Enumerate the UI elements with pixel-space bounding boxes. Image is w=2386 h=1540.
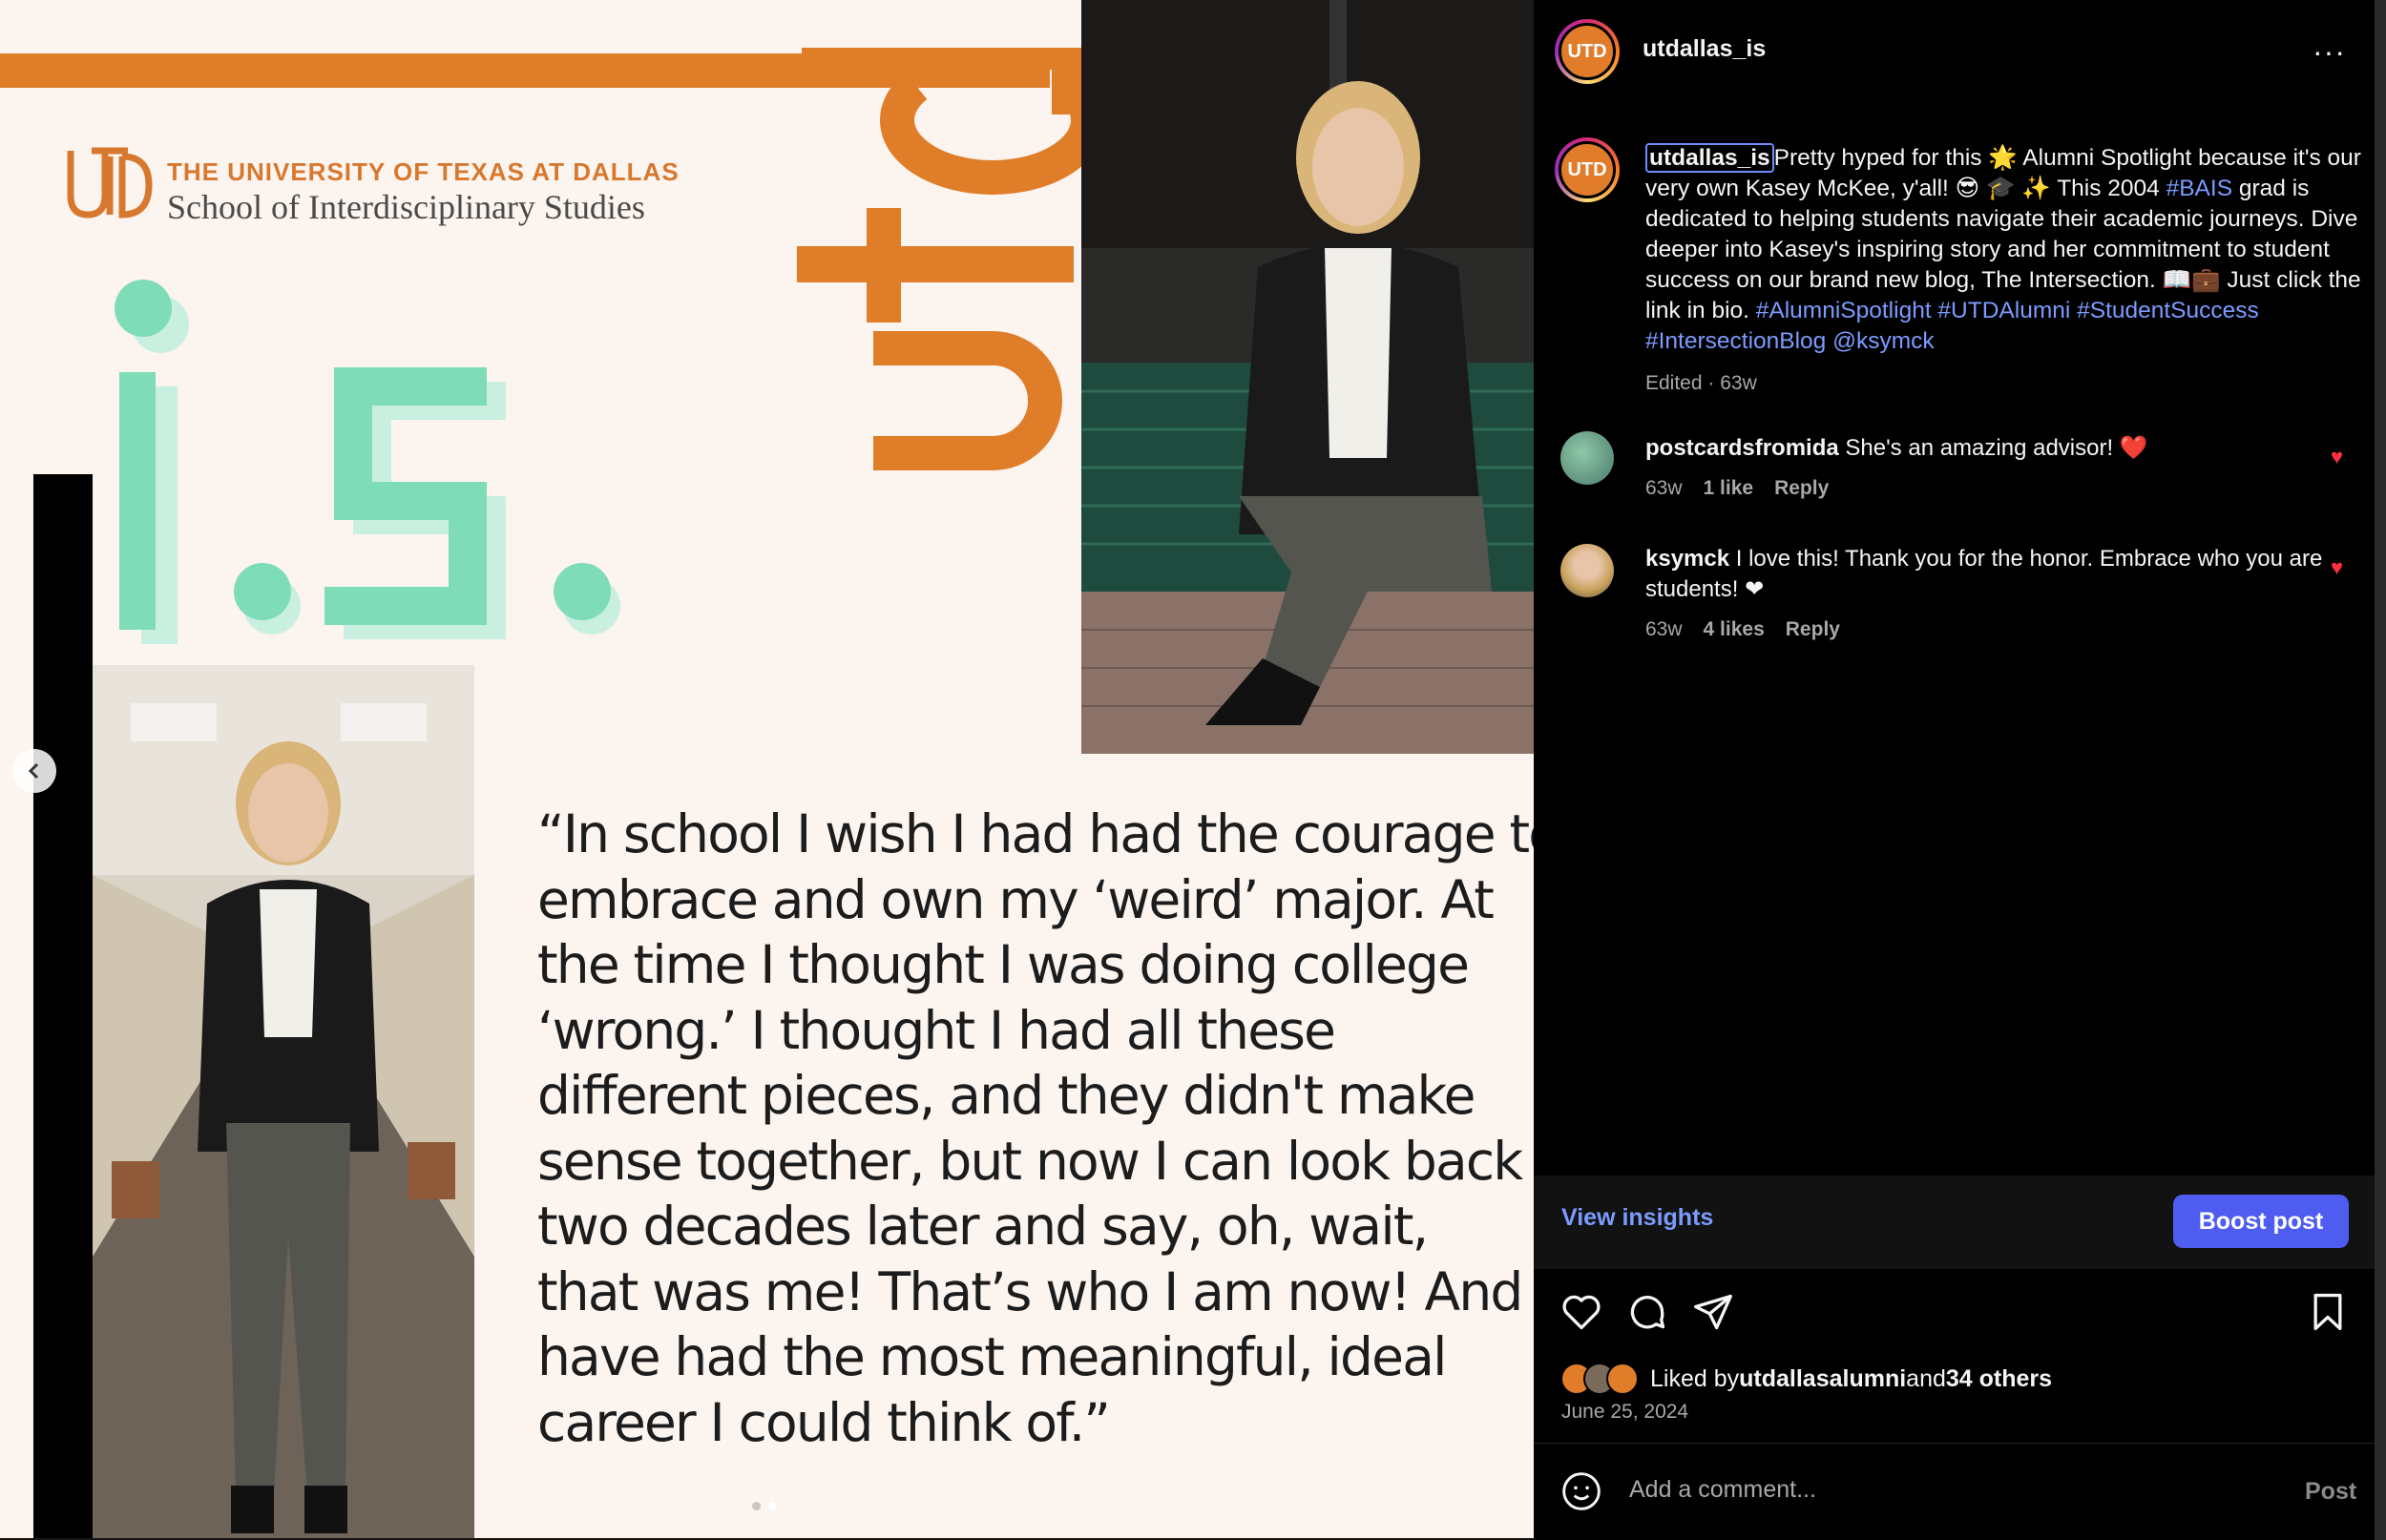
liked-by-prefix: Liked by [1650, 1364, 1740, 1392]
quote-line: career I could think of.” [537, 1391, 1111, 1453]
insights-bar: View insights Boost post [1534, 1176, 2375, 1269]
commenter-avatar[interactable] [1560, 431, 1614, 485]
more-options-icon[interactable]: ··· [2313, 34, 2346, 70]
chevron-left-icon [28, 762, 39, 780]
comment-username[interactable]: ksymck [1645, 546, 1729, 572]
divider [1534, 1443, 2375, 1444]
view-insights-link[interactable]: View insights [1561, 1204, 1713, 1232]
school-name: School of Interdisciplinary Studies [167, 188, 645, 226]
carousel-dots [752, 1502, 777, 1510]
caption-username[interactable]: utdallas_is [1645, 143, 1774, 173]
carousel-dot-active [768, 1502, 777, 1510]
liked-by-others[interactable]: 34 others [1946, 1365, 2052, 1393]
comment-likes[interactable]: 4 likes [1704, 614, 1765, 645]
comment-likes[interactable]: 1 like [1704, 473, 1754, 504]
window-edge [2375, 0, 2386, 1540]
quote-line: that was me! That’s who I am now! And I [537, 1260, 1534, 1322]
like-heart-icon[interactable] [1560, 1291, 1602, 1333]
caption-meta: Edited · 63w [1645, 372, 1757, 394]
utd-logo-icon [67, 147, 153, 219]
liked-by-user[interactable]: utdallasalumni [1739, 1365, 1906, 1393]
share-send-icon[interactable] [1692, 1291, 1734, 1333]
utd-logo-icon: UTD [1567, 40, 1607, 62]
comment-reply-button[interactable]: Reply [1774, 473, 1829, 504]
commenter-avatar[interactable] [1560, 544, 1614, 597]
comment-like-heart-icon[interactable]: ♥ [2331, 555, 2343, 580]
quote-line: two decades later and say, oh, wait, [537, 1196, 1429, 1257]
black-strip [33, 474, 93, 1538]
post-side-panel: UTD utdallas_is ··· UTD utdallas_is Prett… [1534, 0, 2375, 1540]
carousel-dot [752, 1502, 761, 1510]
emoji-icon[interactable] [1560, 1470, 1602, 1512]
bench-photo [1081, 0, 1534, 754]
liked-by-and: and [1906, 1364, 1946, 1392]
is-graphic [115, 280, 620, 644]
post-comment-button[interactable]: Post [2299, 1477, 2362, 1507]
quote-line: “In school I wish I had had the courage … [537, 803, 1534, 864]
comment-age: 63w [1645, 618, 1683, 640]
utd-vertical-letters [797, 48, 1088, 470]
quote-line: embrace and own my ‘weird’ major. At [537, 868, 1495, 930]
comment-item: ksymck I love this! Thank you for the ho… [1645, 544, 2333, 645]
comment-like-heart-icon[interactable]: ♥ [2331, 445, 2343, 469]
quote-text: “In school I wish I had had the courage … [537, 801, 1534, 1455]
post-caption: utdallas_is Pretty hyped for this 🌟 Alumn… [1645, 143, 2361, 399]
university-name: THE UNIVERSITY OF TEXAS AT DALLAS [167, 157, 680, 186]
save-bookmark-icon[interactable] [2307, 1291, 2349, 1333]
post-image: THE UNIVERSITY OF TEXAS AT DALLAS School… [0, 0, 1534, 1538]
carousel-prev-button[interactable] [12, 749, 56, 793]
caption-avatar[interactable]: UTD [1555, 137, 1620, 202]
header-username[interactable]: utdallas_is [1643, 35, 1766, 63]
boost-post-button[interactable]: Boost post [2173, 1195, 2349, 1248]
utd-logo-icon: UTD [1567, 158, 1607, 180]
comment-reply-button[interactable]: Reply [1786, 614, 1840, 645]
quote-line: have had the most meaningful, ideal [537, 1326, 1447, 1387]
add-comment-input[interactable] [1627, 1475, 2162, 1505]
quote-line: different pieces, and they didn't make [537, 1065, 1476, 1126]
comment-username[interactable]: postcardsfromida [1645, 435, 1839, 461]
liker-avatar [1606, 1363, 1639, 1395]
post-date: June 25, 2024 [1561, 1401, 1689, 1423]
quote-line: the time I thought I was doing college [537, 934, 1470, 995]
comment-bubble-icon[interactable] [1626, 1291, 1668, 1333]
quote-line: ‘wrong.’ I thought I had all these [537, 999, 1336, 1061]
quote-line: sense together, but now I can look back [537, 1130, 1523, 1192]
comment-text: I love this! Thank you for the honor. Em… [1645, 546, 2323, 602]
hallway-photo [93, 665, 474, 1538]
comment-age: 63w [1645, 477, 1683, 499]
header-avatar[interactable]: UTD [1555, 19, 1620, 84]
comment-text: She's an amazing advisor! ❤️ [1845, 435, 2148, 461]
liked-by-row: Liked by utdallasalumni and 34 others [1560, 1363, 2052, 1395]
comment-item: postcardsfromida She's an amazing adviso… [1645, 433, 2333, 504]
hashtag-bais[interactable]: #BAIS [2166, 176, 2232, 201]
